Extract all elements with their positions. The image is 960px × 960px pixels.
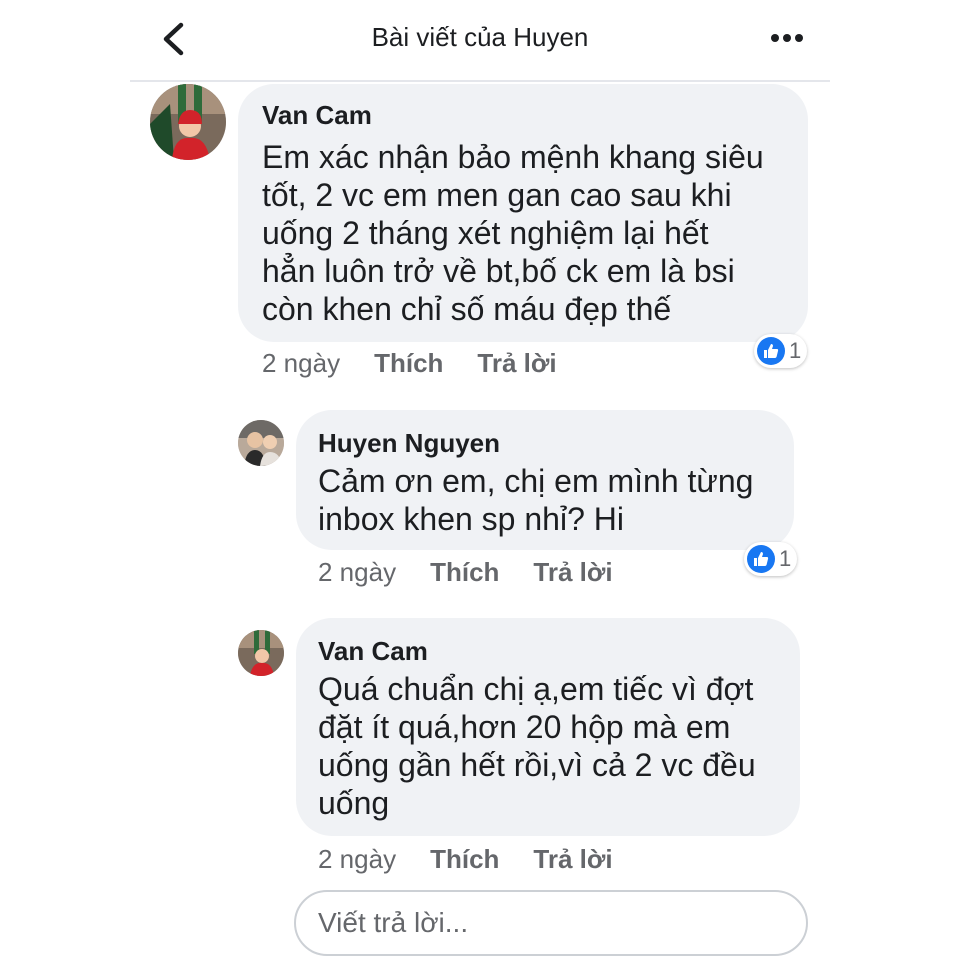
comment-line: Quá chuẩn chị ạ,em tiếc vì đợt bbox=[318, 671, 754, 707]
avatar[interactable] bbox=[238, 420, 284, 466]
like-button[interactable]: Thích bbox=[430, 557, 499, 588]
comment-line: hẳn luôn trở về bt,bố ck em là bsi bbox=[262, 253, 735, 289]
top-bar: Bài viết của Huyen bbox=[130, 0, 830, 82]
reaction-badge[interactable]: 1 bbox=[744, 542, 798, 576]
comment-text: Em xác nhận bảo mệnh khang siêu tốt, 2 v… bbox=[262, 138, 764, 328]
like-button[interactable]: Thích bbox=[374, 348, 443, 379]
comment-actions: 2 ngày Thích Trả lời bbox=[318, 557, 647, 588]
like-icon bbox=[747, 545, 775, 573]
comment-bubble: Huyen Nguyen Cảm ơn em, chị em mình từng… bbox=[296, 410, 794, 550]
comment-actions: 2 ngày Thích Trả lời bbox=[262, 348, 591, 379]
comment-text: Cảm ơn em, chị em mình từng inbox khen s… bbox=[318, 462, 753, 538]
reaction-count: 1 bbox=[779, 546, 792, 571]
comment-line: còn khen chỉ số máu đẹp thế bbox=[262, 291, 672, 327]
comment-line: inbox khen sp nhỉ? Hi bbox=[318, 501, 624, 537]
comment-bubble: Van Cam Em xác nhận bảo mệnh khang siêu … bbox=[238, 84, 808, 342]
comment-line: uống bbox=[318, 785, 390, 821]
reaction-count: 1 bbox=[789, 338, 802, 363]
comment-thread-page: Bài viết của Huyen Van Cam Em xác nhận b… bbox=[0, 0, 960, 960]
comment-line: uống gần hết rồi,vì cả 2 vc đều bbox=[318, 747, 756, 783]
more-options-button[interactable] bbox=[762, 18, 812, 58]
comment-author[interactable]: Huyen Nguyen bbox=[318, 428, 500, 459]
reply-input-placeholder: Viết trả lời... bbox=[318, 907, 469, 938]
reply-button[interactable]: Trả lời bbox=[533, 557, 612, 588]
page-title: Bài viết của Huyen bbox=[371, 22, 589, 52]
avatar[interactable] bbox=[150, 84, 226, 160]
more-horizontal-icon bbox=[771, 34, 803, 42]
comment-line: uống 2 tháng xét nghiệm lại hết bbox=[262, 215, 709, 251]
reply-input[interactable]: Viết trả lời... bbox=[294, 890, 808, 956]
reply-button[interactable]: Trả lời bbox=[477, 348, 556, 379]
comment-line: Em xác nhận bảo mệnh khang siêu bbox=[262, 139, 764, 175]
comment-time[interactable]: 2 ngày bbox=[318, 844, 396, 875]
comment-author[interactable]: Van Cam bbox=[318, 636, 428, 667]
reaction-badge[interactable]: 1 bbox=[754, 334, 808, 368]
comment-line: tốt, 2 vc em men gan cao sau khi bbox=[262, 177, 732, 213]
comment-time[interactable]: 2 ngày bbox=[262, 348, 340, 379]
avatar[interactable] bbox=[238, 630, 284, 676]
comment-line: Cảm ơn em, chị em mình từng bbox=[318, 463, 754, 499]
comment-actions: 2 ngày Thích Trả lời bbox=[318, 844, 647, 875]
like-icon bbox=[757, 337, 785, 365]
comment-bubble: Van Cam Quá chuẩn chị ạ,em tiếc vì đợt đ… bbox=[296, 618, 800, 836]
comment-line: đặt ít quá,hơn 20 hộp mà em bbox=[318, 709, 731, 745]
comment-author[interactable]: Van Cam bbox=[262, 100, 372, 131]
like-button[interactable]: Thích bbox=[430, 844, 499, 875]
reply-button[interactable]: Trả lời bbox=[533, 844, 612, 875]
comment-text: Quá chuẩn chị ạ,em tiếc vì đợt đặt ít qu… bbox=[318, 670, 756, 822]
comment-time[interactable]: 2 ngày bbox=[318, 557, 396, 588]
